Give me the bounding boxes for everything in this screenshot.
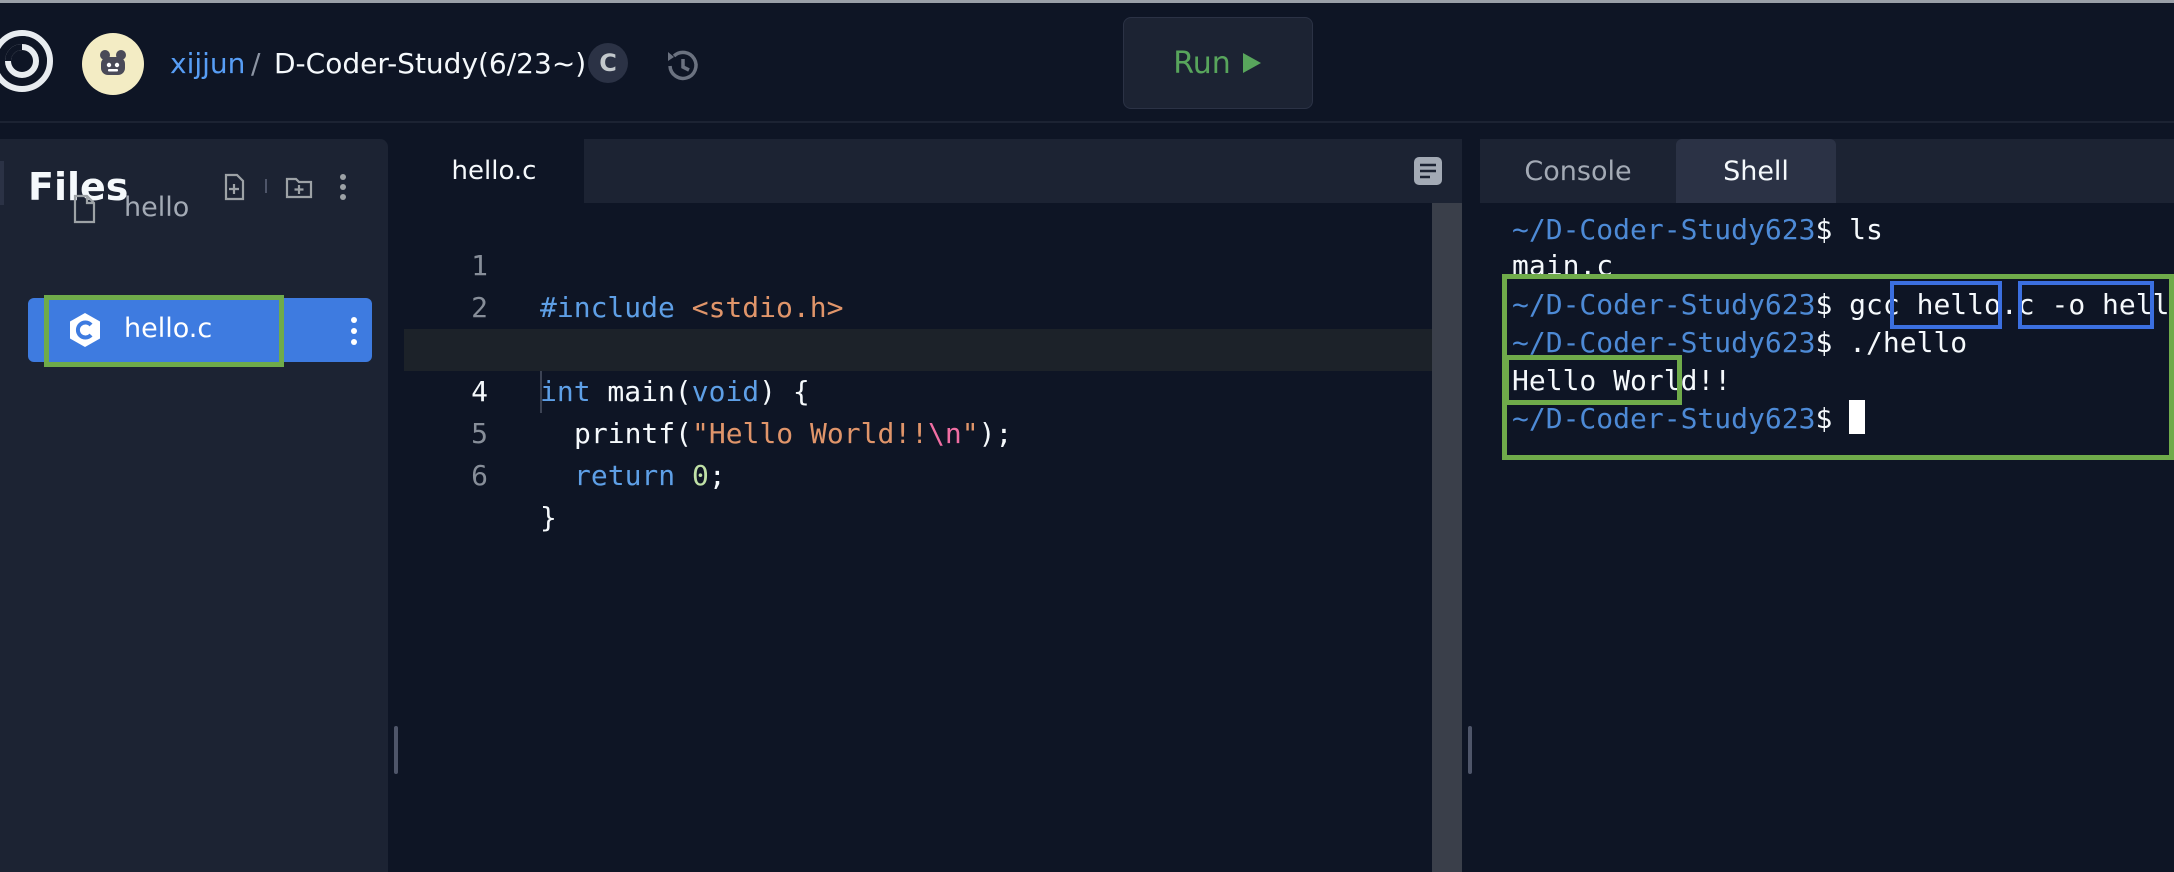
annotation-box-file <box>44 295 284 367</box>
code-text: return 0; <box>574 459 726 492</box>
annotation-box-output-flag <box>2018 281 2154 329</box>
play-icon <box>1242 53 1261 73</box>
avatar[interactable] <box>82 33 144 95</box>
code-line: 5 return 0; <box>404 371 1432 492</box>
shell-pane: Console Shell ~/D-Coder-Study623$ ls mai… <box>1480 139 2174 872</box>
file-item-hello[interactable]: hello <box>28 177 372 241</box>
breadcrumb-username[interactable]: xijjun <box>170 47 245 80</box>
file-menu-icon[interactable] <box>350 316 358 346</box>
files-pane: Files hello hello.c <box>0 139 388 872</box>
avatar-face-icon <box>100 50 126 75</box>
editor-tab-hello-c[interactable]: hello.c <box>404 139 584 203</box>
code-line: 2 <box>404 245 1432 324</box>
editor-menu-icon[interactable] <box>1412 155 1444 187</box>
annotation-box-source-file <box>1890 281 2002 329</box>
tab-shell[interactable]: Shell <box>1676 139 1836 203</box>
run-button[interactable]: Run <box>1123 17 1313 109</box>
code-line: 6 } <box>404 413 1432 534</box>
code-editor[interactable]: 1 #include <stdio.h> 2 3 int main(void) … <box>404 203 1462 872</box>
files-pane-accent <box>0 161 4 205</box>
tab-console[interactable]: Console <box>1480 139 1676 203</box>
editor-pane: hello.c 1 #include <stdio.h> 2 3 int mai… <box>404 139 1462 872</box>
top-bar: xijjun / D-Coder-Study(6/23~) C Run <box>0 3 2174 123</box>
line-number: 6 <box>471 459 488 492</box>
breadcrumb-separator: / <box>251 47 261 80</box>
breadcrumb-repl-name[interactable]: D-Coder-Study(6/23~) <box>274 47 586 80</box>
replit-logo-icon[interactable] <box>0 29 54 93</box>
code-line: 3 int main(void) { <box>404 287 1432 408</box>
code-line: 1 #include <stdio.h> <box>404 203 1432 324</box>
terminal[interactable]: ~/D-Coder-Study623$ ls main.c ~/D-Coder-… <box>1480 203 2174 872</box>
editor-resize-handle[interactable] <box>1468 726 1472 774</box>
run-label: Run <box>1173 45 1231 81</box>
files-resize-handle[interactable] <box>394 726 398 774</box>
code-line-current: 4 printf("Hello World!!\n"); <box>404 329 1432 450</box>
c-language-icon: C <box>588 43 628 83</box>
history-icon[interactable] <box>660 44 704 88</box>
terminal-line: ~/D-Coder-Study623$ ls <box>1512 213 1883 246</box>
editor-scrollbar[interactable] <box>1432 203 1462 872</box>
file-name: hello <box>124 192 190 223</box>
annotation-box-output <box>1504 355 1682 405</box>
code-text: } <box>540 501 557 534</box>
file-icon <box>73 194 96 224</box>
